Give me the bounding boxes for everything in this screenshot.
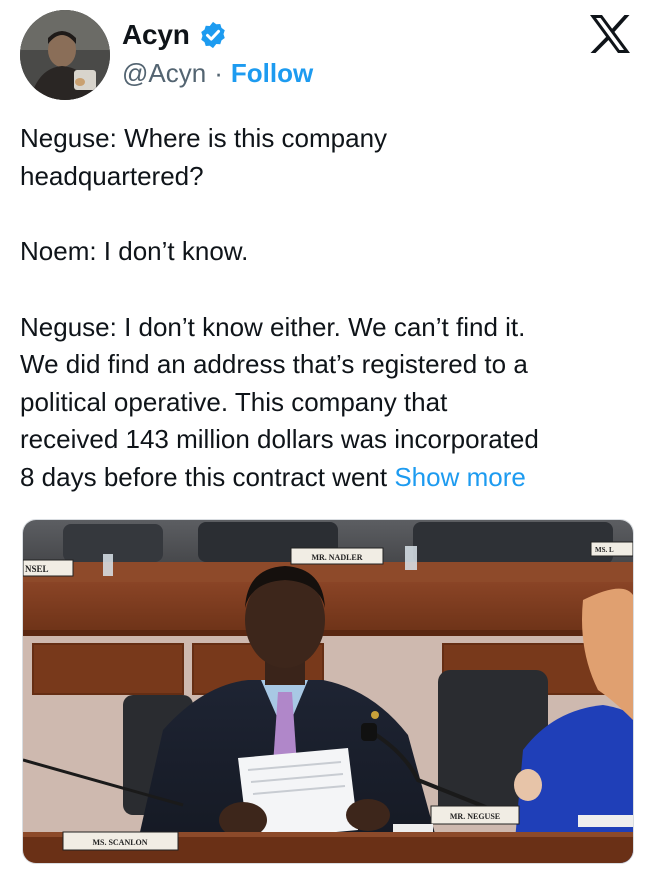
tweet-line: We did find an address that’s registered…	[20, 349, 528, 379]
tweet-line-last: 8 days before this contract went Show mo…	[20, 459, 640, 497]
avatar[interactable]	[20, 10, 110, 100]
verified-badge-icon	[200, 21, 225, 49]
author-display-name[interactable]: Acyn	[122, 19, 190, 51]
tweet-line: headquartered?	[20, 160, 204, 191]
author-name-row: Acyn	[122, 14, 228, 56]
nameplate-nadler: MR. NADLER	[311, 553, 362, 562]
tweet-line: Neguse: I don’t know either. We can’t fi…	[20, 311, 526, 342]
tweet-media-video[interactable]: NSEL MR. NADLER MS. L MS. SCANLON MR. NE…	[22, 519, 634, 864]
tweet-line: 8 days before this contract went	[20, 461, 388, 492]
nameplate-right-edge: MS. L	[595, 546, 614, 554]
author-handle-row: @Acyn · Follow	[122, 56, 313, 90]
tweet-text: Neguse: Where is this company headquarte…	[20, 120, 640, 496]
x-logo-icon[interactable]	[588, 14, 632, 54]
nameplate-left-edge: NSEL	[25, 564, 49, 574]
separator-dot: ·	[214, 57, 223, 88]
tweet-line: Neguse: Where is this company	[20, 123, 388, 153]
author-handle[interactable]: @Acyn	[122, 58, 206, 89]
nameplate-neguse: MR. NEGUSE	[450, 812, 500, 821]
avatar-photo	[20, 10, 110, 100]
nameplate-scanlon: MS. SCANLON	[92, 838, 147, 847]
tweet-line: Noem: I don’t know.	[20, 236, 249, 266]
tweet-line: political operative. This company that	[20, 386, 448, 417]
tweet-line: received 143 million dollars was incorpo…	[20, 424, 539, 454]
show-more-link[interactable]: Show more	[394, 462, 526, 492]
follow-button[interactable]: Follow	[231, 58, 313, 89]
video-frame-image: NSEL MR. NADLER MS. L MS. SCANLON MR. NE…	[23, 520, 633, 863]
tweet-embed-card: Acyn @Acyn · Follow Neguse: Where is thi…	[0, 0, 665, 874]
